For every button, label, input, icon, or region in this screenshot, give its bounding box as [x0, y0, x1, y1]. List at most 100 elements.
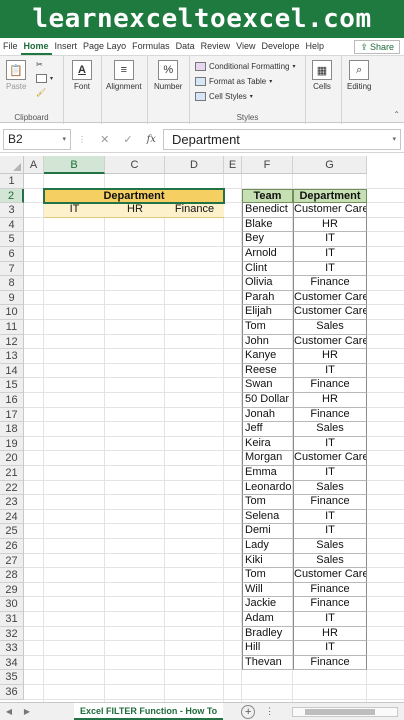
row-header-7[interactable]: 7: [0, 261, 24, 277]
department-value-cell[interactable]: IT: [44, 203, 105, 218]
column-header-a[interactable]: A: [24, 156, 44, 174]
tab-formulas[interactable]: Formulas: [129, 38, 173, 55]
cancel-icon[interactable]: ✕: [100, 133, 109, 146]
team-department-cell[interactable]: Finance: [293, 597, 367, 612]
editing-button[interactable]: ⌕ Editing: [347, 60, 371, 91]
team-name-cell[interactable]: Lady: [242, 539, 293, 554]
row-header-5[interactable]: 5: [0, 232, 24, 247]
team-department-cell[interactable]: IT: [293, 641, 367, 656]
team-name-cell[interactable]: Jackie: [242, 597, 293, 612]
horizontal-scrollbar[interactable]: [292, 706, 398, 717]
row-header-3[interactable]: 3: [0, 203, 24, 218]
team-department-cell[interactable]: HR: [293, 626, 367, 642]
row-header-11[interactable]: 11: [0, 320, 24, 335]
row-header-14[interactable]: 14: [0, 363, 24, 379]
team-name-cell[interactable]: Reese: [242, 363, 293, 379]
scrollbar-thumb[interactable]: [305, 708, 376, 715]
format-painter-button[interactable]: 🖌: [36, 88, 46, 97]
team-name-cell[interactable]: Tom: [242, 495, 293, 510]
department-header-cell[interactable]: Department: [44, 188, 224, 204]
team-department-cell[interactable]: HR: [293, 349, 367, 364]
team-name-cell[interactable]: Kiki: [242, 553, 293, 569]
team-name-cell[interactable]: Elijah: [242, 305, 293, 320]
team-name-cell[interactable]: Clint: [242, 261, 293, 277]
tab-developer[interactable]: Develope: [259, 38, 303, 55]
team-name-cell[interactable]: Keira: [242, 436, 293, 452]
font-button[interactable]: A Font: [72, 60, 92, 91]
team-department-cell[interactable]: IT: [293, 612, 367, 627]
team-department-cell[interactable]: Sales: [293, 320, 367, 335]
tab-view[interactable]: View: [233, 38, 258, 55]
team-name-cell[interactable]: Kanye: [242, 349, 293, 364]
column-header-d[interactable]: D: [165, 156, 224, 174]
name-box[interactable]: B2 ▾: [3, 128, 71, 150]
team-department-cell[interactable]: Customer Care: [293, 451, 367, 466]
share-button[interactable]: ⇪ Share: [354, 39, 400, 54]
team-name-cell[interactable]: Tom: [242, 568, 293, 583]
team-name-cell[interactable]: Jeff: [242, 422, 293, 437]
chevron-right-icon[interactable]: ▶: [18, 707, 36, 716]
conditional-formatting-button[interactable]: Conditional Formatting ▾: [195, 62, 296, 71]
row-header-23[interactable]: 23: [0, 495, 24, 510]
team-name-cell[interactable]: Bradley: [242, 626, 293, 642]
cells-button[interactable]: ▦ Cells: [312, 60, 332, 91]
row-header-17[interactable]: 17: [0, 407, 24, 423]
team-name-cell[interactable]: Olivia: [242, 276, 293, 291]
team-department-cell[interactable]: IT: [293, 261, 367, 277]
row-header-31[interactable]: 31: [0, 612, 24, 627]
row-header-19[interactable]: 19: [0, 436, 24, 452]
row-header-35[interactable]: 35: [0, 670, 24, 685]
alignment-button[interactable]: ≡ Alignment: [106, 60, 142, 91]
team-department-cell[interactable]: Sales: [293, 553, 367, 569]
tab-data[interactable]: Data: [173, 38, 198, 55]
row-header-15[interactable]: 15: [0, 378, 24, 393]
row-header-18[interactable]: 18: [0, 422, 24, 437]
team-department-cell[interactable]: Finance: [293, 582, 367, 598]
team-department-cell[interactable]: Finance: [293, 655, 367, 671]
team-department-cell[interactable]: Finance: [293, 495, 367, 510]
team-name-cell[interactable]: Morgan: [242, 451, 293, 466]
row-header-29[interactable]: 29: [0, 582, 24, 598]
row-header-28[interactable]: 28: [0, 568, 24, 583]
team-name-cell[interactable]: Benedict: [242, 203, 293, 218]
copy-button[interactable]: ▾: [36, 74, 53, 83]
team-department-cell[interactable]: Customer Care: [293, 203, 367, 218]
team-name-cell[interactable]: Selena: [242, 509, 293, 525]
team-name-cell[interactable]: Demi: [242, 524, 293, 539]
row-header-6[interactable]: 6: [0, 247, 24, 262]
team-department-cell[interactable]: Sales: [293, 422, 367, 437]
team-department-cell[interactable]: Sales: [293, 480, 367, 496]
team-department-cell[interactable]: HR: [293, 217, 367, 233]
paste-button[interactable]: 📋 Paste: [6, 60, 26, 91]
team-name-cell[interactable]: Thevan: [242, 655, 293, 671]
team-name-cell[interactable]: Adam: [242, 612, 293, 627]
tab-help[interactable]: Help: [303, 38, 328, 55]
team-name-cell[interactable]: Leonardo: [242, 480, 293, 496]
team-department-cell[interactable]: Customer Care: [293, 334, 367, 350]
select-all-corner[interactable]: [0, 156, 24, 174]
collapse-ribbon-icon[interactable]: ⌃: [393, 110, 400, 119]
insert-function-icon[interactable]: fx: [147, 134, 156, 145]
team-department-cell[interactable]: IT: [293, 363, 367, 379]
column-header-f[interactable]: F: [242, 156, 293, 174]
column-header-b[interactable]: B: [44, 156, 105, 174]
column-header-g[interactable]: G: [293, 156, 367, 174]
team-department-cell[interactable]: Sales: [293, 539, 367, 554]
row-header-8[interactable]: 8: [0, 276, 24, 291]
more-icon[interactable]: ⋮: [265, 706, 274, 717]
tab-home[interactable]: Home: [20, 38, 52, 55]
team-name-cell[interactable]: Parah: [242, 290, 293, 306]
tab-file[interactable]: File: [0, 38, 21, 55]
team-department-cell[interactable]: IT: [293, 436, 367, 452]
team-name-cell[interactable]: Hill: [242, 641, 293, 656]
team-department-cell[interactable]: IT: [293, 247, 367, 262]
row-header-9[interactable]: 9: [0, 290, 24, 306]
team-name-cell[interactable]: 50 Dollar: [242, 393, 293, 408]
team-department-cell[interactable]: Finance: [293, 378, 367, 393]
team-name-cell[interactable]: Bey: [242, 232, 293, 247]
team-department-cell[interactable]: IT: [293, 466, 367, 481]
team-name-cell[interactable]: Will: [242, 582, 293, 598]
team-name-cell[interactable]: John: [242, 334, 293, 350]
format-as-table-button[interactable]: Format as Table ▾: [195, 77, 272, 86]
team-name-cell[interactable]: Emma: [242, 466, 293, 481]
